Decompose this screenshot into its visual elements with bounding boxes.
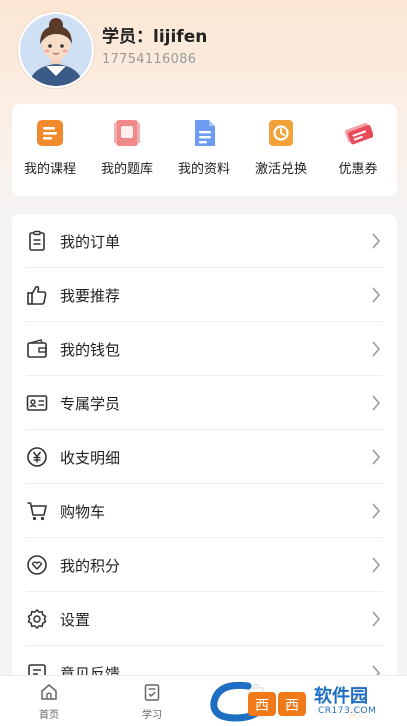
menu-item-settings[interactable]: 设置 (12, 592, 397, 646)
menu-item-label: 我的积分 (60, 557, 121, 575)
menu-item-label: 购物车 (60, 503, 106, 521)
id-card-icon (26, 395, 48, 411)
avatar[interactable] (18, 12, 94, 88)
menu-list: 我的订单 我要推荐 我的钱包 专属学员 收支明细 购物车 我的积分 设置 意见反… (12, 214, 397, 684)
menu-item-cart[interactable]: 购物车 (12, 484, 397, 538)
username: 学员：lijifen (102, 27, 208, 47)
quick-action-documents[interactable]: 我的资料 (166, 118, 242, 177)
order-icon (29, 230, 45, 251)
phone-number: 17754116086 (102, 52, 197, 67)
menu-item-wallet[interactable]: 我的钱包 (12, 322, 397, 376)
quick-action-label: 我的题库 (100, 162, 153, 177)
quick-action-label: 我的课程 (23, 162, 76, 177)
quick-action-activation[interactable]: 激活兑换 (243, 118, 319, 177)
watermark-subtitle: CR173.COM (318, 706, 377, 716)
menu-item-orders[interactable]: 我的订单 (12, 214, 397, 268)
question-bank-icon (114, 120, 140, 146)
menu-item-exclusive-student[interactable]: 专属学员 (12, 376, 397, 430)
chevron-right-icon (372, 557, 381, 573)
menu-item-label: 我要推荐 (60, 287, 121, 305)
home-icon (41, 684, 57, 700)
quick-action-label: 优惠券 (338, 162, 378, 177)
menu-item-label: 我的订单 (60, 233, 121, 251)
course-icon (37, 120, 63, 146)
chevron-right-icon (372, 287, 381, 303)
study-icon (144, 684, 160, 701)
tab-label: 学习 (142, 710, 162, 721)
coupon-icon (344, 122, 373, 145)
chevron-right-icon (372, 611, 381, 627)
chevron-right-icon (372, 395, 381, 411)
cart-icon (27, 502, 47, 521)
watermark-title: 软件园 (314, 686, 368, 707)
quick-action-question-bank[interactable]: 我的题库 (89, 118, 165, 177)
thumbs-up-icon (27, 285, 47, 305)
quick-action-coupons[interactable]: 优惠券 (320, 118, 396, 177)
menu-item-transactions[interactable]: 收支明细 (12, 430, 397, 484)
avatar-illustration-icon (20, 14, 92, 86)
quick-actions-card: 我的课程 我的题库 我的资料 激活兑换 优惠券 (12, 104, 397, 196)
menu-item-label: 收支明细 (60, 449, 121, 467)
tab-label: 首页 (39, 710, 59, 721)
svg-text:西: 西 (255, 698, 269, 714)
watermark-logo-icon: 西 西 (210, 681, 306, 722)
chevron-right-icon (372, 449, 381, 465)
settings-icon (27, 609, 47, 629)
activation-icon (269, 120, 293, 146)
points-icon (27, 555, 47, 575)
menu-item-points[interactable]: 我的积分 (12, 538, 397, 592)
document-icon (195, 120, 215, 146)
profile-section[interactable]: 学员：lijifen 17754116086 (18, 12, 398, 92)
chevron-right-icon (372, 341, 381, 357)
menu-item-label: 设置 (60, 611, 91, 629)
svg-text:西: 西 (285, 698, 299, 714)
quick-action-label: 激活兑换 (254, 162, 307, 177)
wallet-icon (27, 339, 47, 358)
menu-item-label: 专属学员 (60, 395, 121, 413)
chevron-right-icon (372, 503, 381, 519)
tab-study[interactable]: 学习 (122, 682, 182, 721)
watermark-overlay: 西 西 软件园 CR173.COM (206, 676, 407, 725)
menu-item-label: 我的钱包 (60, 341, 121, 359)
yuan-icon (27, 447, 47, 467)
chevron-right-icon (372, 233, 381, 249)
quick-action-label: 我的资料 (177, 162, 230, 177)
menu-item-recommend[interactable]: 我要推荐 (12, 268, 397, 322)
tab-home[interactable]: 首页 (19, 682, 79, 721)
quick-action-courses[interactable]: 我的课程 (12, 118, 88, 177)
